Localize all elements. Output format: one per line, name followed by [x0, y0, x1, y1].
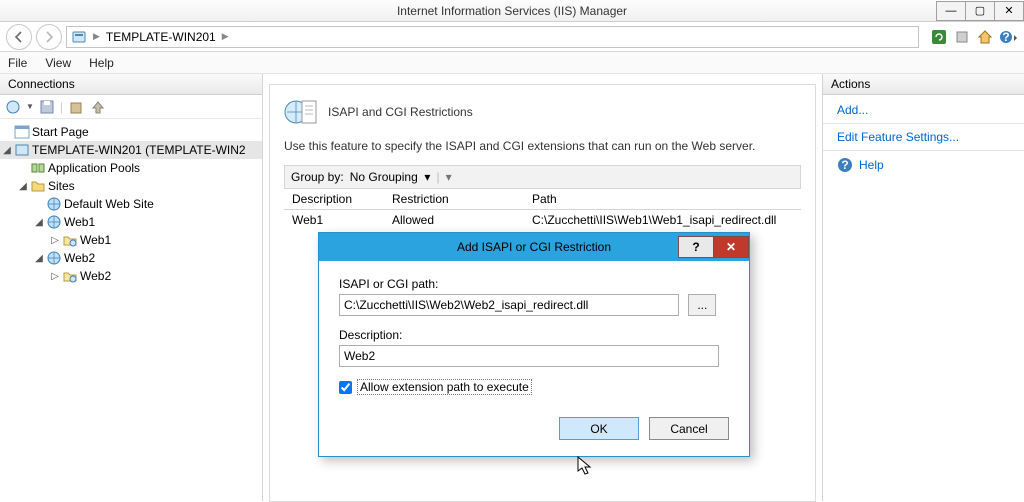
window-titlebar: Internet Information Services (IIS) Mana…	[0, 0, 1024, 22]
tree-web1-site[interactable]: ◢Web1	[0, 213, 262, 231]
page-description: Use this feature to specify the ISAPI an…	[284, 139, 801, 153]
column-description[interactable]: Description	[284, 189, 384, 209]
menu-help[interactable]: Help	[89, 56, 114, 70]
cell-path: C:\Zucchetti\IIS\Web1\Web1_isapi_redirec…	[524, 210, 801, 230]
connections-panel: Connections ▼ | Start Page ◢TEMPLATE-WIN…	[0, 74, 263, 501]
chevron-right-icon: ▶	[222, 31, 229, 42]
folder-icon	[30, 178, 46, 194]
chevron-right-icon: ▶	[93, 31, 100, 42]
table-row[interactable]: Web1 Allowed C:\Zucchetti\IIS\Web1\Web1_…	[284, 210, 801, 230]
group-by-dropdown[interactable]: No Grouping ▾	[350, 170, 431, 184]
action-help[interactable]: ? Help	[823, 153, 1024, 177]
cell-description: Web1	[284, 210, 384, 230]
menu-view[interactable]: View	[45, 56, 71, 70]
cell-restriction: Allowed	[384, 210, 524, 230]
stop-button[interactable]	[952, 27, 972, 47]
menu-file[interactable]: File	[8, 56, 27, 70]
connections-header: Connections	[0, 74, 262, 95]
navigation-bar: ▶ TEMPLATE-WIN201 ▶ ?	[0, 22, 1024, 52]
help-icon: ?	[837, 157, 853, 173]
start-page-icon	[14, 124, 30, 140]
browse-button[interactable]: ...	[688, 294, 716, 316]
svg-text:?: ?	[841, 158, 848, 172]
help-icon: ?	[999, 29, 1017, 45]
back-button[interactable]	[6, 24, 32, 50]
actions-header: Actions	[823, 74, 1024, 95]
allow-extension-label[interactable]: Allow extension path to execute	[357, 379, 532, 395]
window-title: Internet Information Services (IIS) Mana…	[397, 4, 627, 18]
server-icon	[71, 29, 87, 45]
grid-header: Description Restriction Path	[284, 189, 801, 210]
allow-extension-checkbox[interactable]	[339, 381, 352, 394]
connections-toolbar: ▼ |	[0, 95, 262, 119]
delete-icon[interactable]	[67, 98, 85, 116]
save-icon[interactable]	[38, 98, 56, 116]
tree-web1-app[interactable]: ▷Web1	[0, 231, 262, 249]
actions-panel: Actions Add... Edit Feature Settings... …	[823, 74, 1024, 501]
refresh-icon	[931, 29, 947, 45]
connect-icon[interactable]	[4, 98, 22, 116]
menu-bar: File View Help	[0, 52, 1024, 74]
description-label: Description:	[339, 328, 729, 342]
svg-text:?: ?	[1002, 30, 1009, 44]
app-pools-icon	[30, 160, 46, 176]
app-icon	[62, 232, 78, 248]
ok-button[interactable]: OK	[559, 417, 639, 440]
action-edit-feature-settings[interactable]: Edit Feature Settings...	[823, 126, 1024, 148]
page-title: ISAPI and CGI Restrictions	[328, 105, 473, 119]
server-icon	[14, 142, 30, 158]
forward-button[interactable]	[36, 24, 62, 50]
breadcrumb[interactable]: ▶ TEMPLATE-WIN201 ▶	[66, 26, 919, 48]
isapi-restrictions-icon	[284, 95, 318, 129]
globe-icon	[46, 196, 62, 212]
app-icon	[62, 268, 78, 284]
group-by-extra-dropdown[interactable]: ▾	[446, 170, 452, 184]
tree-default-web-site[interactable]: Default Web Site	[0, 195, 262, 213]
home-icon	[977, 29, 993, 45]
arrow-right-icon	[43, 31, 55, 43]
globe-icon	[46, 250, 62, 266]
cancel-button[interactable]: Cancel	[649, 417, 729, 440]
help-dropdown[interactable]: ?	[998, 27, 1018, 47]
tree-web2-app[interactable]: ▷Web2	[0, 267, 262, 285]
tree-web2-site[interactable]: ◢Web2	[0, 249, 262, 267]
tree-application-pools[interactable]: Application Pools	[0, 159, 262, 177]
tree-start-page[interactable]: Start Page	[0, 123, 262, 141]
dialog-help-button[interactable]: ?	[678, 236, 714, 258]
description-input[interactable]	[339, 345, 719, 367]
home-button[interactable]	[975, 27, 995, 47]
group-by-label: Group by:	[291, 170, 344, 184]
dialog-close-button[interactable]: ✕	[713, 236, 749, 258]
dialog-titlebar[interactable]: Add ISAPI or CGI Restriction ? ✕	[319, 233, 749, 261]
breadcrumb-node[interactable]: TEMPLATE-WIN201	[106, 30, 216, 44]
arrow-left-icon	[13, 31, 25, 43]
connections-tree[interactable]: Start Page ◢TEMPLATE-WIN201 (TEMPLATE-WI…	[0, 119, 262, 289]
globe-icon	[46, 214, 62, 230]
dropdown-icon[interactable]: ▼	[26, 102, 34, 111]
tree-server-node[interactable]: ◢TEMPLATE-WIN201 (TEMPLATE-WIN2	[0, 141, 262, 159]
isapi-path-label: ISAPI or CGI path:	[339, 277, 729, 291]
column-path[interactable]: Path	[524, 189, 801, 209]
close-window-button[interactable]: ✕	[994, 1, 1024, 21]
minimize-button[interactable]: —	[936, 1, 966, 21]
isapi-path-input[interactable]	[339, 294, 679, 316]
tree-sites[interactable]: ◢Sites	[0, 177, 262, 195]
add-isapi-restriction-dialog: Add ISAPI or CGI Restriction ? ✕ ISAPI o…	[318, 232, 750, 457]
refresh-button[interactable]	[929, 27, 949, 47]
stop-icon	[954, 29, 970, 45]
dialog-title: Add ISAPI or CGI Restriction	[457, 240, 611, 254]
maximize-button[interactable]: ▢	[965, 1, 995, 21]
action-add[interactable]: Add...	[823, 99, 1024, 121]
column-restriction[interactable]: Restriction	[384, 189, 524, 209]
up-level-icon[interactable]	[89, 98, 107, 116]
group-by-bar: Group by: No Grouping ▾ | ▾	[284, 165, 801, 189]
